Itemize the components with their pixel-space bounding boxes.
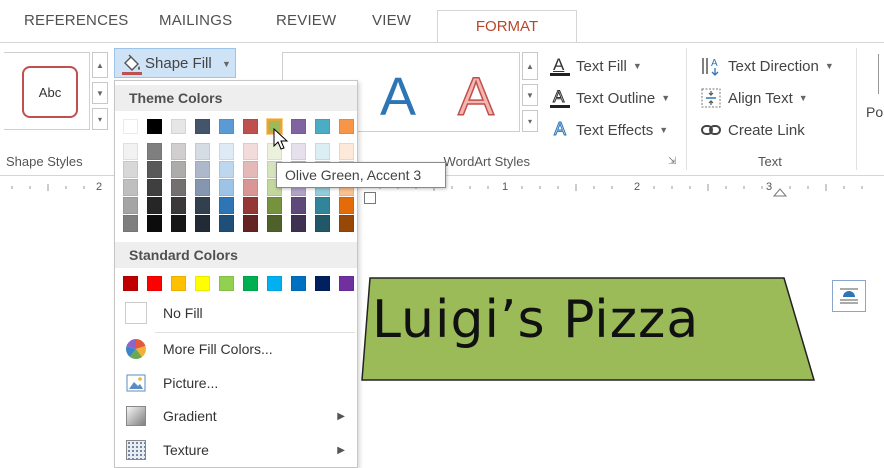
gallery-scroll-up-button[interactable]: ▲: [92, 52, 108, 78]
standard-color-swatch[interactable]: [243, 276, 258, 291]
wordart-blue-preview[interactable]: A: [380, 66, 416, 128]
position-icon: [878, 54, 882, 94]
shape-fill-button[interactable]: Shape Fill ▼: [114, 48, 236, 78]
color-wheel-icon: [125, 338, 147, 360]
text-effects-label: Text Effects: [576, 121, 654, 139]
text-effects-button[interactable]: A Text Effects ▼: [550, 119, 668, 141]
text-direction-label: Text Direction: [728, 57, 819, 75]
create-link-label: Create Link: [728, 121, 805, 139]
submenu-arrow-icon: ▶: [337, 410, 345, 422]
tab-references[interactable]: REFERENCES: [24, 12, 129, 29]
ruler-number: 2: [634, 181, 641, 193]
submenu-arrow-icon: ▶: [337, 444, 345, 456]
no-fill-item[interactable]: No Fill: [115, 297, 357, 329]
tab-mailings[interactable]: MAILINGS: [159, 12, 232, 29]
standard-color-swatch[interactable]: [195, 276, 210, 291]
standard-color-swatch[interactable]: [315, 276, 330, 291]
text-fill-icon: A: [550, 55, 570, 77]
group-separator: [856, 48, 857, 170]
text-direction-button[interactable]: A Text Direction ▼: [700, 55, 834, 77]
text-effects-icon: A: [553, 119, 566, 140]
no-fill-label: No Fill: [163, 305, 203, 321]
group-separator: [686, 48, 687, 170]
standard-color-swatch[interactable]: [123, 276, 138, 291]
wordart-more-button[interactable]: ▾: [522, 110, 538, 132]
shape-fill-menu: Theme Colors Standard Colors No Fill Mor…: [114, 80, 358, 468]
standard-color-swatch[interactable]: [339, 276, 354, 291]
color-tooltip: Olive Green, Accent 3: [276, 162, 446, 188]
gradient-label: Gradient: [163, 408, 217, 424]
texture-label: Texture: [163, 442, 209, 458]
picture-item[interactable]: Picture...: [115, 367, 357, 399]
paint-bucket-icon: [121, 53, 143, 75]
align-text-button[interactable]: Align Text ▼: [700, 87, 808, 109]
text-outline-icon: A: [550, 87, 570, 109]
text-outline-label: Text Outline: [576, 89, 656, 107]
gradient-icon: [125, 405, 147, 427]
ruler-number: 3: [766, 181, 773, 193]
mouse-pointer-icon: [273, 128, 289, 150]
no-fill-swatch-icon: [125, 302, 147, 324]
shape-styles-group-label: Shape Styles: [6, 154, 83, 169]
standard-color-swatch[interactable]: [267, 276, 282, 291]
text-outline-button[interactable]: A Text Outline ▼: [550, 87, 670, 109]
shape-style-preview[interactable]: Abc: [22, 66, 78, 118]
wordart-scroll-down-button[interactable]: ▼: [522, 84, 538, 106]
gallery-more-button[interactable]: ▾: [92, 108, 108, 130]
svg-text:A: A: [711, 58, 718, 69]
shape-text[interactable]: Luigi’s Pizza: [372, 290, 699, 350]
chevron-down-icon: ▼: [222, 59, 231, 69]
link-icon: [700, 119, 722, 141]
ribbon-tab-bar: REFERENCES MAILINGS REVIEW VIEW FORMAT: [0, 0, 884, 44]
texture-item[interactable]: Texture ▶: [115, 434, 357, 466]
text-fill-label: Text Fill: [576, 57, 627, 75]
standard-color-swatch[interactable]: [291, 276, 306, 291]
dialog-launcher-icon[interactable]: ⇲: [668, 156, 680, 168]
ruler-number: 1: [502, 181, 509, 193]
layout-options-icon: [840, 288, 858, 304]
chevron-down-icon: ▼: [632, 61, 642, 71]
chevron-down-icon: ▼: [824, 61, 834, 71]
text-group-label: Text: [758, 154, 782, 169]
more-fill-colors-label: More Fill Colors...: [163, 341, 273, 357]
picture-label: Picture...: [163, 375, 219, 391]
wordart-scroll-up-button[interactable]: ▲: [522, 52, 538, 80]
standard-colors-palette: [115, 81, 357, 301]
ruler-number: 2: [96, 181, 103, 193]
align-text-label: Align Text: [728, 89, 793, 107]
align-text-icon: [700, 87, 722, 109]
text-fill-button[interactable]: A Text Fill ▼: [550, 55, 642, 77]
create-link-button[interactable]: Create Link: [700, 119, 805, 141]
more-fill-colors-item[interactable]: More Fill Colors...: [115, 333, 357, 365]
text-direction-icon: A: [700, 55, 722, 77]
shape-resize-handle[interactable]: [364, 192, 376, 204]
standard-color-swatch[interactable]: [171, 276, 186, 291]
gallery-scroll-down-button[interactable]: ▼: [92, 82, 108, 104]
picture-icon: [125, 372, 147, 394]
chevron-down-icon: ▼: [661, 93, 671, 103]
shape-fill-label: Shape Fill: [145, 55, 212, 72]
wordart-outline-preview[interactable]: A: [457, 66, 495, 128]
tab-view[interactable]: VIEW: [372, 12, 411, 29]
gradient-item[interactable]: Gradient ▶: [115, 400, 357, 432]
tab-review[interactable]: REVIEW: [276, 12, 336, 29]
texture-icon: [125, 439, 147, 461]
position-button-partial[interactable]: Po: [866, 104, 883, 120]
layout-options-button[interactable]: [832, 280, 866, 312]
chevron-down-icon: ▼: [798, 93, 808, 103]
tab-format[interactable]: FORMAT: [437, 10, 577, 44]
standard-color-swatch[interactable]: [147, 276, 162, 291]
chevron-down-icon: ▼: [659, 125, 669, 135]
standard-color-swatch[interactable]: [219, 276, 234, 291]
